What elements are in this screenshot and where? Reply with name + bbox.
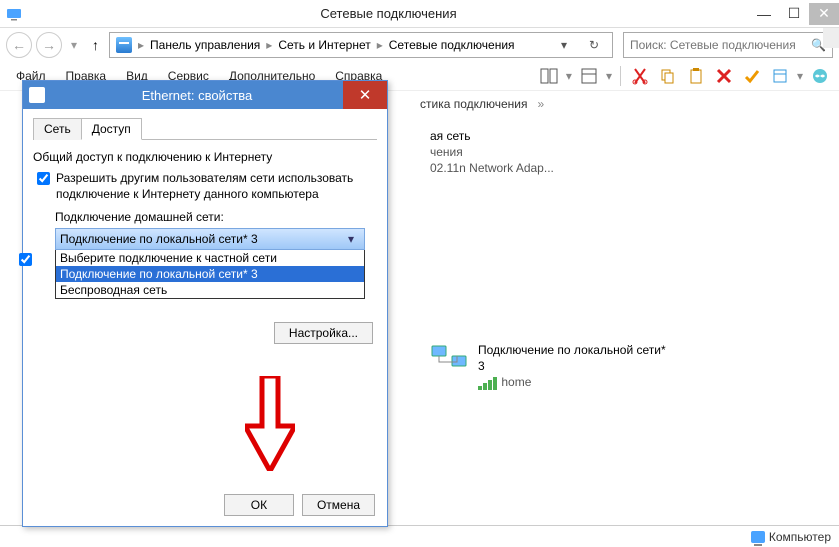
combo-option[interactable]: Выберите подключение к частной сети [56,250,364,266]
properties-icon[interactable] [769,65,791,87]
connection-adapter-fragment: 02.11n Network Adap... [430,160,554,176]
search-input[interactable] [630,38,805,52]
connection-sub-fragment: чения [430,144,554,160]
home-connection-combo[interactable]: Подключение по локальной сети* 3 ▾ [55,228,365,250]
home-connection-label: Подключение домашней сети: [55,210,377,224]
breadcrumb-item[interactable]: Сеть и Интернет [278,38,370,52]
status-computer-label: Компьютер [769,530,831,544]
search-box[interactable]: 🔍 [623,32,833,58]
app-icon [6,6,22,22]
computer-icon [751,531,765,543]
close-button[interactable]: ✕ [809,3,839,25]
check-icon[interactable] [741,65,763,87]
dialog-body: Сеть Доступ Общий доступ к подключению к… [23,109,387,526]
back-button[interactable]: ← [6,32,32,58]
dialog-titlebar[interactable]: Ethernet: свойства ✕ [23,81,387,109]
layout-icon[interactable] [538,65,560,87]
breadcrumb-item[interactable]: Сетевые подключения [389,38,515,52]
second-option-checkbox[interactable] [19,253,32,266]
settings-button[interactable]: Настройка... [274,322,373,344]
connection-item[interactable]: Подключение по локальной сети* 3 home [430,342,670,391]
window-titlebar: Сетевые подключения — ☐ ✕ [0,0,839,28]
home-connection-dropdown: Выберите подключение к частной сети Подк… [55,250,365,299]
dialog-footer: ОК Отмена [224,494,375,516]
maximize-button[interactable]: ☐ [779,3,809,25]
navigation-bar: ← → ▾ ↑ ▸ Панель управления ▸ Сеть и Инт… [0,28,839,62]
combo-option[interactable]: Беспроводная сеть [56,282,364,298]
allow-sharing-row: Разрешить другим пользователям сети испо… [37,170,377,202]
up-button[interactable]: ↑ [92,37,99,53]
tab-network[interactable]: Сеть [33,118,82,140]
dialog-tabs: Сеть Доступ [33,117,377,140]
window-controls: — ☐ ✕ [749,3,839,25]
dialog-close-button[interactable]: ✕ [343,81,387,109]
toolbar: ▾ ▾ ▾ [538,65,831,87]
dialog-icon [29,87,45,103]
refresh-button[interactable]: ↻ [582,38,606,52]
command-label[interactable]: стика подключения [420,97,528,111]
connection-item[interactable]: ая сеть чения 02.11n Network Adap... [430,128,590,177]
copy-icon[interactable] [657,65,679,87]
connection-name: Подключение по локальной сети* 3 [478,342,670,374]
properties-dialog: Ethernet: свойства ✕ Сеть Доступ Общий д… [22,80,388,527]
breadcrumb-item[interactable]: Панель управления [150,38,260,52]
address-bar[interactable]: ▸ Панель управления ▸ Сеть и Интернет ▸ … [109,32,613,58]
paste-icon[interactable] [685,65,707,87]
chevrons-icon[interactable]: » [538,97,545,111]
connection-name-fragment: ая сеть [430,128,554,144]
combo-value: Подключение по локальной сети* 3 [60,232,342,246]
connection-sub: home [478,374,670,390]
chevron-down-icon: ▾ [342,232,360,246]
forward-button[interactable]: → [36,32,62,58]
cut-icon[interactable] [629,65,651,87]
control-panel-icon [116,37,132,53]
delete-icon[interactable] [713,65,735,87]
history-dropdown[interactable]: ▾ [66,38,82,52]
view-icon[interactable] [578,65,600,87]
cancel-button[interactable]: Отмена [302,494,375,516]
ok-button[interactable]: ОК [224,494,294,516]
scrollbar-stub [823,28,839,48]
status-computer[interactable]: Компьютер [751,530,831,544]
signal-icon [478,374,498,390]
shell-icon[interactable] [809,65,831,87]
allow-sharing-label: Разрешить другим пользователям сети испо… [56,170,377,202]
sharing-group-title: Общий доступ к подключению к Интернету [33,150,377,164]
combo-option[interactable]: Подключение по локальной сети* 3 [56,266,364,282]
window-title: Сетевые подключения [28,6,749,21]
dialog-title: Ethernet: свойства [51,88,343,103]
network-icon [430,342,470,378]
status-bar: Компьютер [0,525,839,547]
tab-sharing[interactable]: Доступ [81,118,142,140]
second-option-row [37,299,377,312]
minimize-button[interactable]: — [749,3,779,25]
allow-sharing-checkbox[interactable] [37,172,50,185]
address-dropdown[interactable]: ▾ [552,38,576,52]
